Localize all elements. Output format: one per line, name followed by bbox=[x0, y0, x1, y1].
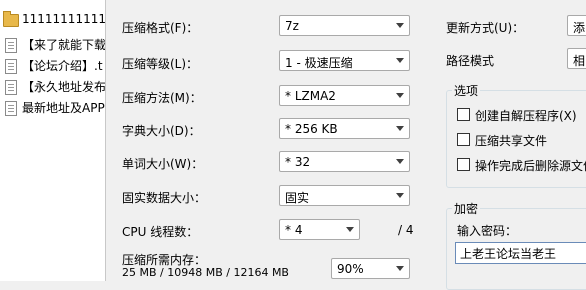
memory-percent-select[interactable]: 90% bbox=[331, 258, 410, 279]
memory-percent-value: 90% bbox=[337, 262, 364, 276]
chevron-down-icon[interactable] bbox=[392, 119, 409, 138]
chevron-down-icon[interactable] bbox=[392, 152, 409, 171]
file-name: 最新地址及APP bbox=[22, 101, 105, 115]
update-mode-value: 添 bbox=[573, 21, 586, 35]
method-label: 压缩方法(M)： bbox=[122, 91, 202, 105]
level-select[interactable]: 1 - 极速压缩 bbox=[279, 50, 410, 71]
word-size-value: * 32 bbox=[285, 155, 311, 169]
chevron-down-icon[interactable] bbox=[392, 186, 409, 205]
file-name: 【论坛介绍】.t bbox=[22, 59, 103, 73]
password-input[interactable] bbox=[456, 243, 586, 263]
add-to-archive-dialog: 压缩格式(F)： 7z 压缩等级(L)： 1 - 极速压缩 压缩方法(M)： *… bbox=[106, 0, 586, 290]
text-file-icon bbox=[5, 38, 17, 53]
list-item[interactable]: 1111111111111 bbox=[0, 9, 105, 29]
cpu-threads-select[interactable]: * 4 bbox=[279, 219, 360, 240]
solid-block-size-label: 固实数据大小： bbox=[122, 191, 207, 205]
path-mode-label: 路径模式 bbox=[446, 54, 495, 68]
level-label: 压缩等级(L)： bbox=[122, 57, 199, 71]
text-file-icon bbox=[5, 59, 17, 74]
path-mode-value: 相 bbox=[573, 54, 586, 68]
text-file-icon bbox=[5, 80, 17, 95]
dictionary-size-select[interactable]: * 256 KB bbox=[279, 118, 410, 139]
cpu-threads-value: * 4 bbox=[285, 223, 303, 237]
memory-usage-detail: 25 MB / 10948 MB / 12164 MB bbox=[122, 266, 289, 279]
file-list: 1111111111111 【来了就能下载 【论坛介绍】.t 【永久地址发布 最… bbox=[0, 0, 106, 281]
level-value: 1 - 极速压缩 bbox=[285, 56, 353, 70]
delete-after-checkbox[interactable] bbox=[457, 158, 470, 171]
password-field[interactable] bbox=[455, 242, 586, 264]
options-group-title: 选项 bbox=[452, 82, 481, 99]
chevron-down-icon[interactable] bbox=[392, 86, 409, 105]
chevron-down-icon[interactable] bbox=[392, 259, 409, 278]
dictionary-size-label: 字典大小(D)： bbox=[122, 124, 201, 138]
cpu-threads-max: / 4 bbox=[398, 223, 414, 237]
path-mode-select[interactable]: 相 bbox=[567, 48, 586, 69]
chevron-down-icon[interactable] bbox=[342, 220, 359, 239]
compress-shared-checkbox-label: 压缩共享文件 bbox=[475, 134, 548, 148]
word-size-select[interactable]: * 32 bbox=[279, 151, 410, 172]
method-value: * LZMA2 bbox=[285, 89, 336, 103]
sfx-checkbox[interactable] bbox=[457, 108, 470, 121]
compress-shared-checkbox[interactable] bbox=[457, 133, 470, 146]
cpu-threads-label: CPU 线程数： bbox=[122, 225, 199, 239]
sfx-checkbox-label: 创建自解压程序(X) bbox=[475, 109, 577, 123]
chevron-down-icon[interactable] bbox=[392, 51, 409, 70]
list-item[interactable]: 【论坛介绍】.t bbox=[0, 56, 105, 76]
password-label: 输入密码： bbox=[457, 224, 518, 238]
file-name: 【永久地址发布 bbox=[22, 80, 106, 94]
update-mode-label: 更新方式(U)： bbox=[446, 21, 525, 35]
dictionary-size-value: * 256 KB bbox=[285, 122, 338, 136]
list-item[interactable]: 【永久地址发布 bbox=[0, 77, 105, 97]
encryption-group-title: 加密 bbox=[452, 200, 481, 217]
solid-block-size-select[interactable]: 固实 bbox=[279, 185, 410, 206]
list-item[interactable]: 最新地址及APP bbox=[0, 98, 105, 118]
word-size-label: 单词大小(W)： bbox=[122, 157, 204, 171]
solid-block-size-value: 固实 bbox=[285, 191, 310, 205]
format-label: 压缩格式(F)： bbox=[122, 21, 199, 35]
method-select[interactable]: * LZMA2 bbox=[279, 85, 410, 106]
format-select[interactable]: 7z bbox=[279, 15, 410, 36]
folder-icon bbox=[3, 11, 19, 27]
update-mode-select[interactable]: 添 bbox=[567, 15, 586, 36]
file-name: 【来了就能下载 bbox=[22, 38, 106, 52]
file-name: 1111111111111 bbox=[22, 12, 106, 26]
chevron-down-icon[interactable] bbox=[392, 16, 409, 35]
format-value: 7z bbox=[285, 19, 299, 33]
list-item[interactable]: 【来了就能下载 bbox=[0, 35, 105, 55]
text-file-icon bbox=[5, 101, 17, 116]
delete-after-checkbox-label: 操作完成后删除源文件 bbox=[475, 159, 586, 173]
